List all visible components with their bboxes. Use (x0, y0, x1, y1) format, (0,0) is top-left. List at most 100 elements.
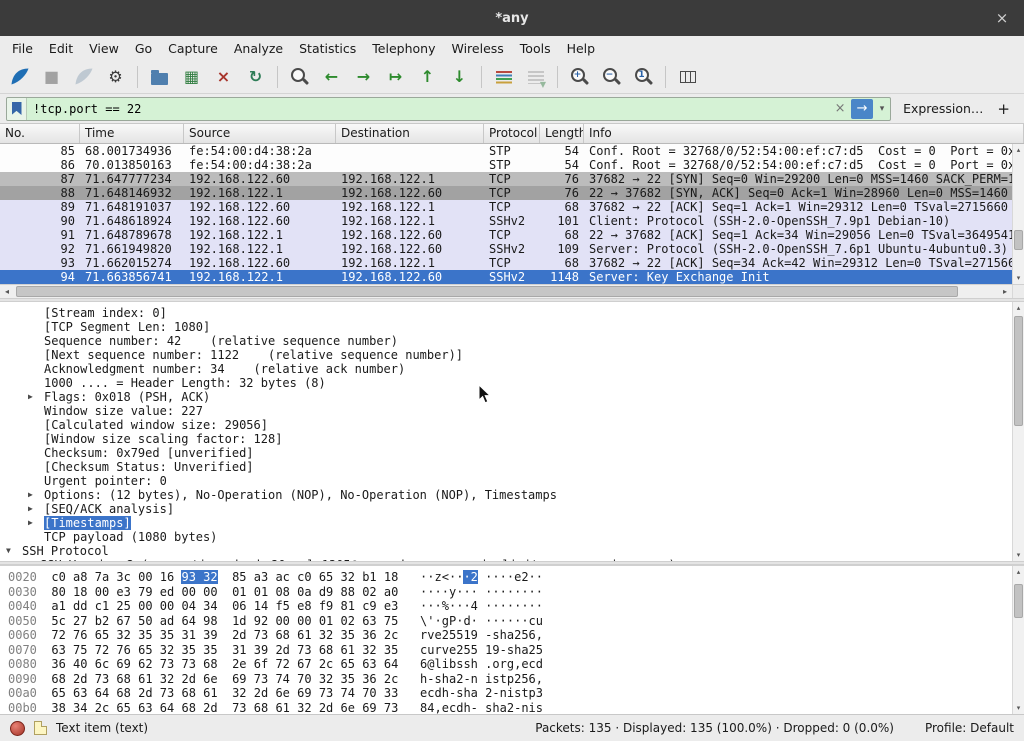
detail-line[interactable]: ▼SSH Protocol (0, 544, 1012, 558)
menu-capture[interactable]: Capture (160, 38, 226, 59)
filter-text[interactable]: !tcp.port == 22 (27, 102, 830, 116)
detail-line[interactable]: ▶Flags: 0x018 (PSH, ACK) (0, 390, 1012, 404)
hex-row-0030[interactable]: 0030 80 18 00 e3 79 ed 00 00 01 01 08 0a… (8, 585, 1012, 600)
reload-file-icon[interactable]: ↻ (242, 64, 269, 91)
detail-line[interactable]: Window size value: 227 (0, 404, 1012, 418)
menu-wireless[interactable]: Wireless (443, 38, 511, 59)
column-header-src[interactable]: Source (184, 124, 336, 143)
detail-line[interactable]: [TCP Segment Len: 1080] (0, 320, 1012, 334)
detail-line[interactable]: [Calculated window size: 29056] (0, 418, 1012, 432)
scrollbar-thumb[interactable] (1014, 316, 1023, 426)
hex-row-0080[interactable]: 0080 36 40 6c 69 62 73 73 68 2e 6f 72 67… (8, 657, 1012, 672)
expander-icon[interactable]: ▶ (28, 390, 44, 404)
display-filter-input[interactable]: !tcp.port == 22 × → ▾ (6, 97, 891, 121)
column-header-time[interactable]: Time (80, 124, 184, 143)
filter-dropdown-icon[interactable]: ▾ (874, 104, 890, 114)
packet-row-91[interactable]: 9171.648789678192.168.122.1192.168.122.6… (0, 228, 1012, 242)
zoom-original-icon[interactable]: 1 (630, 64, 657, 91)
expander-icon[interactable]: ▶ (28, 488, 44, 502)
detail-line[interactable]: Acknowledgment number: 34 (relative ack … (0, 362, 1012, 376)
window-close-button[interactable]: × (992, 8, 1012, 28)
packet-row-89[interactable]: 8971.648191037192.168.122.60192.168.122.… (0, 200, 1012, 214)
menu-tools[interactable]: Tools (512, 38, 559, 59)
packet-row-94[interactable]: 9471.663856741192.168.122.1192.168.122.6… (0, 270, 1012, 284)
hex-row-0020[interactable]: 0020 c0 a8 7a 3c 00 16 93 32 85 a3 ac c0… (8, 570, 1012, 585)
packet-row-92[interactable]: 9271.661949820192.168.122.1192.168.122.6… (0, 242, 1012, 256)
packet-row-86[interactable]: 8670.013850163fe:54:00:d4:38:2aSTP54Conf… (0, 158, 1012, 172)
scroll-up-icon[interactable]: ▴ (1013, 566, 1024, 578)
detail-line[interactable]: Sequence number: 42 (relative sequence n… (0, 334, 1012, 348)
column-header-len[interactable]: Length (540, 124, 584, 143)
expert-info-icon[interactable] (10, 721, 25, 736)
go-back-icon[interactable]: ← (318, 64, 345, 91)
detail-line[interactable]: ▶[SEQ/ACK analysis] (0, 502, 1012, 516)
scroll-right-icon[interactable]: ▸ (998, 287, 1012, 296)
save-file-icon[interactable]: ▦ (178, 64, 205, 91)
add-filter-button[interactable]: + (995, 100, 1018, 118)
hex-vscrollbar[interactable]: ▴ ▾ (1012, 566, 1024, 714)
packet-list-hscrollbar[interactable]: ◂ ▸ (0, 284, 1024, 298)
colorize-packets-icon[interactable] (490, 64, 517, 91)
hex-row-0090[interactable]: 0090 68 2d 73 68 61 32 2d 6e 69 73 74 70… (8, 672, 1012, 687)
zoom-out-icon[interactable]: − (598, 64, 625, 91)
menu-help[interactable]: Help (559, 38, 604, 59)
filter-apply-icon[interactable]: → (851, 99, 873, 119)
auto-scroll-icon[interactable]: ▼ (522, 64, 549, 91)
packet-row-85[interactable]: 8568.001734936fe:54:00:d4:38:2aSTP54Conf… (0, 144, 1012, 158)
packet-row-87[interactable]: 8771.647777234192.168.122.60192.168.122.… (0, 172, 1012, 186)
expander-icon[interactable]: ▶ (28, 502, 44, 516)
hex-row-0040[interactable]: 0040 a1 dd c1 25 00 00 04 34 06 14 f5 e8… (8, 599, 1012, 614)
menu-edit[interactable]: Edit (41, 38, 81, 59)
detail-line[interactable]: Checksum: 0x79ed [unverified] (0, 446, 1012, 460)
scroll-down-icon[interactable]: ▾ (1013, 549, 1024, 561)
filter-clear-icon[interactable]: × (830, 101, 850, 116)
capture-options-icon[interactable]: ⚙ (102, 64, 129, 91)
expander-icon[interactable]: ▼ (6, 544, 22, 558)
find-packet-icon[interactable] (286, 64, 313, 91)
close-file-icon[interactable]: × (210, 64, 237, 91)
column-header-info[interactable]: Info (584, 124, 1024, 143)
details-vscrollbar[interactable]: ▴ ▾ (1012, 302, 1024, 561)
hex-row-0050[interactable]: 0050 5c 27 b2 67 50 ad 64 98 1d 92 00 00… (8, 614, 1012, 629)
column-header-dst[interactable]: Destination (336, 124, 484, 143)
profile-status[interactable]: Profile: Default (925, 721, 1014, 735)
scroll-up-icon[interactable]: ▴ (1013, 144, 1024, 156)
menu-telephony[interactable]: Telephony (364, 38, 443, 59)
detail-line[interactable]: [Next sequence number: 1122 (relative se… (0, 348, 1012, 362)
hex-row-00b0[interactable]: 00b0 38 34 2c 65 63 64 68 2d 73 68 61 32… (8, 701, 1012, 715)
packet-row-90[interactable]: 9071.648618924192.168.122.60192.168.122.… (0, 214, 1012, 228)
detail-line[interactable]: Urgent pointer: 0 (0, 474, 1012, 488)
go-first-packet-icon[interactable]: ↑ (414, 64, 441, 91)
start-capture-icon[interactable] (6, 64, 33, 91)
scroll-down-icon[interactable]: ▾ (1013, 272, 1024, 284)
menu-analyze[interactable]: Analyze (226, 38, 291, 59)
stop-capture-icon[interactable]: ■ (38, 64, 65, 91)
menu-file[interactable]: File (4, 38, 41, 59)
detail-line[interactable]: 1000 .... = Header Length: 32 bytes (8) (0, 376, 1012, 390)
detail-line[interactable]: TCP payload (1080 bytes) (0, 530, 1012, 544)
scrollbar-thumb[interactable] (1014, 230, 1023, 250)
expander-icon[interactable]: ▶ (28, 516, 44, 530)
capture-comment-icon[interactable] (34, 721, 47, 735)
packet-row-88[interactable]: 8871.648146932192.168.122.1192.168.122.6… (0, 186, 1012, 200)
go-forward-icon[interactable]: → (350, 64, 377, 91)
packet-row-93[interactable]: 9371.662015274192.168.122.60192.168.122.… (0, 256, 1012, 270)
packet-list-vscrollbar[interactable]: ▴ ▾ (1012, 144, 1024, 284)
detail-line[interactable]: [Window size scaling factor: 128] (0, 432, 1012, 446)
restart-capture-icon[interactable] (70, 64, 97, 91)
column-header-no[interactable]: No. (0, 124, 80, 143)
menu-view[interactable]: View (81, 38, 127, 59)
scroll-left-icon[interactable]: ◂ (0, 287, 14, 296)
detail-line[interactable]: [Stream index: 0] (0, 306, 1012, 320)
detail-line[interactable]: [Checksum Status: Unverified] (0, 460, 1012, 474)
detail-line[interactable]: SSH Version 2 (encryption:chacha20-poly1… (0, 558, 1012, 561)
open-file-icon[interactable] (146, 64, 173, 91)
detail-line[interactable]: ▶[Timestamps] (0, 516, 1012, 530)
scrollbar-thumb[interactable] (16, 286, 958, 297)
filter-bookmark-icon[interactable] (7, 98, 27, 120)
resize-columns-icon[interactable] (674, 64, 701, 91)
menu-statistics[interactable]: Statistics (291, 38, 364, 59)
hex-row-0060[interactable]: 0060 72 76 65 32 35 35 31 39 2d 73 68 61… (8, 628, 1012, 643)
column-header-proto[interactable]: Protocol (484, 124, 540, 143)
scroll-down-icon[interactable]: ▾ (1013, 702, 1024, 714)
